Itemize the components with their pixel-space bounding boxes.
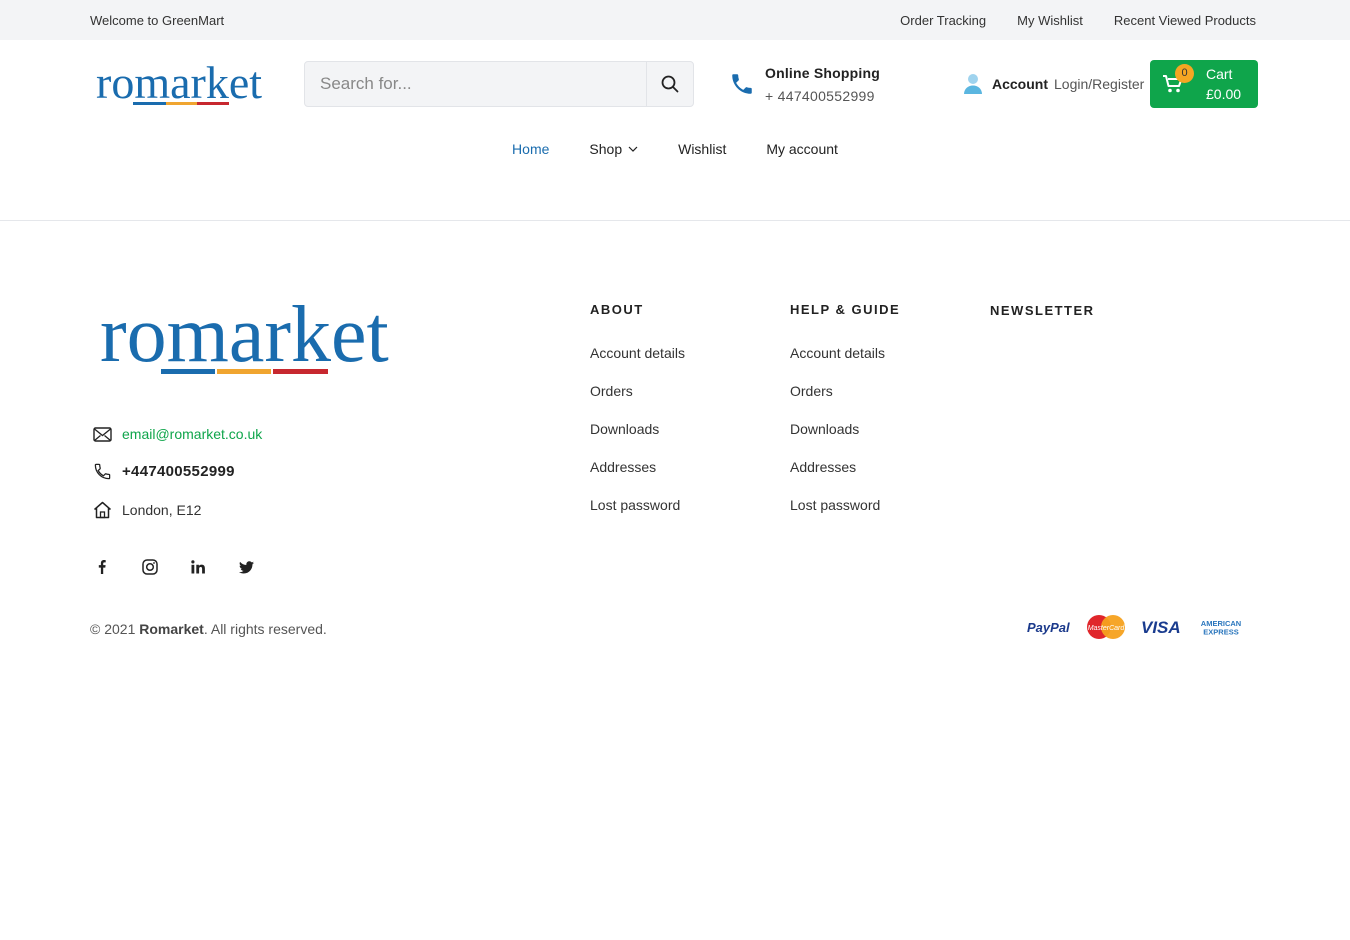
nav-wishlist[interactable]: Wishlist bbox=[678, 141, 726, 157]
facebook-icon bbox=[98, 560, 106, 574]
help-downloads-link[interactable]: Downloads bbox=[790, 421, 900, 437]
newsletter-title: NEWSLETTER bbox=[990, 303, 1095, 318]
recent-viewed-link[interactable]: Recent Viewed Products bbox=[1114, 13, 1256, 28]
account-link[interactable]: Account Login/Register bbox=[963, 72, 1149, 96]
help-lost-password-link[interactable]: Lost password bbox=[790, 497, 900, 513]
instagram-link[interactable] bbox=[140, 553, 160, 581]
footer-phone-number[interactable]: +447400552999 bbox=[122, 463, 235, 480]
about-addresses-link[interactable]: Addresses bbox=[590, 459, 685, 475]
linkedin-link[interactable] bbox=[188, 553, 208, 581]
cart-total: £0.00 bbox=[1206, 86, 1242, 102]
payment-methods: PayPal MasterCard VISA AMERICAN EXPRESS bbox=[1027, 614, 1246, 640]
help-account-details-link[interactable]: Account details bbox=[790, 345, 900, 361]
nav-shop-label: Shop bbox=[589, 141, 623, 157]
about-lost-password-link[interactable]: Lost password bbox=[590, 497, 685, 513]
copyright-text: © 2021 Romarket. All rights reserved. bbox=[90, 621, 327, 637]
account-label: Account bbox=[992, 76, 1048, 92]
footer-logo[interactable]: romarket bbox=[100, 291, 400, 379]
cart-button[interactable]: 0 Cart £0.00 bbox=[1150, 60, 1258, 108]
online-shopping-label: Online Shopping bbox=[765, 64, 880, 81]
svg-text:EXPRESS: EXPRESS bbox=[1203, 628, 1238, 637]
twitter-link[interactable] bbox=[236, 553, 256, 581]
visa-logo: VISA bbox=[1141, 618, 1181, 637]
email-link[interactable]: email@romarket.co.uk bbox=[122, 426, 262, 442]
home-icon bbox=[93, 501, 111, 519]
phone-icon bbox=[732, 74, 752, 94]
nav-home[interactable]: Home bbox=[512, 141, 549, 157]
american-express-logo: AMERICAN EXPRESS bbox=[1196, 618, 1246, 637]
mail-icon bbox=[92, 426, 112, 442]
footer-help-column: HELP & GUIDE Account details Orders Down… bbox=[790, 302, 900, 535]
header-divider bbox=[0, 220, 1350, 221]
logo-text: romarket bbox=[96, 60, 262, 108]
instagram-icon bbox=[142, 559, 158, 575]
cart-label: Cart bbox=[1206, 66, 1233, 82]
nav-my-account[interactable]: My account bbox=[766, 141, 838, 157]
phone-outline-icon bbox=[94, 463, 110, 479]
footer-phone: +447400552999 bbox=[92, 461, 235, 481]
footer-email: email@romarket.co.uk bbox=[92, 424, 262, 444]
top-links: Order Tracking My Wishlist Recent Viewed… bbox=[900, 13, 1256, 28]
search-input[interactable] bbox=[305, 62, 646, 106]
cart-count-badge: 0 bbox=[1175, 64, 1194, 83]
help-guide-title: HELP & GUIDE bbox=[790, 302, 901, 317]
footer-logo-text: romarket bbox=[100, 298, 389, 378]
footer-address: London, E12 bbox=[92, 500, 201, 520]
online-shopping-contact: Online Shopping + 447400552999 bbox=[729, 62, 880, 106]
search-bar bbox=[304, 61, 694, 107]
copyright-brand: Romarket bbox=[139, 621, 204, 637]
linkedin-icon bbox=[191, 560, 205, 574]
facebook-link[interactable] bbox=[92, 553, 112, 581]
nav-shop[interactable]: Shop bbox=[589, 141, 638, 157]
search-button[interactable] bbox=[646, 62, 693, 106]
chevron-down-icon bbox=[628, 146, 638, 152]
svg-text:MasterCard: MasterCard bbox=[1088, 625, 1126, 632]
login-register-link[interactable]: Login/Register bbox=[1054, 76, 1144, 92]
my-wishlist-link[interactable]: My Wishlist bbox=[1017, 13, 1083, 28]
address-text: London, E12 bbox=[122, 502, 202, 518]
main-navigation: Home Shop Wishlist My account bbox=[0, 141, 1350, 157]
social-links bbox=[92, 553, 256, 581]
paypal-logo: PayPal bbox=[1027, 620, 1070, 635]
header-phone-number[interactable]: + 447400552999 bbox=[765, 88, 880, 104]
help-addresses-link[interactable]: Addresses bbox=[790, 459, 900, 475]
about-downloads-link[interactable]: Downloads bbox=[590, 421, 685, 437]
svg-text:PayPal: PayPal bbox=[1027, 620, 1070, 635]
about-title: ABOUT bbox=[590, 302, 644, 317]
copyright-prefix: © 2021 bbox=[90, 621, 136, 637]
mastercard-logo: MasterCard bbox=[1087, 615, 1126, 639]
about-account-details-link[interactable]: Account details bbox=[590, 345, 685, 361]
footer-about-column: ABOUT Account details Orders Downloads A… bbox=[590, 302, 685, 535]
site-logo[interactable]: romarket bbox=[96, 57, 268, 108]
order-tracking-link[interactable]: Order Tracking bbox=[900, 13, 986, 28]
about-orders-link[interactable]: Orders bbox=[590, 383, 685, 399]
top-bar: Welcome to GreenMart Order Tracking My W… bbox=[0, 0, 1350, 40]
svg-text:VISA: VISA bbox=[1141, 618, 1181, 637]
copyright-suffix: . All rights reserved. bbox=[203, 621, 327, 637]
user-icon bbox=[964, 74, 982, 94]
twitter-icon bbox=[238, 560, 254, 573]
welcome-text: Welcome to GreenMart bbox=[90, 13, 225, 28]
help-orders-link[interactable]: Orders bbox=[790, 383, 900, 399]
search-icon bbox=[661, 75, 679, 93]
footer-newsletter-column: NEWSLETTER bbox=[990, 303, 1095, 318]
